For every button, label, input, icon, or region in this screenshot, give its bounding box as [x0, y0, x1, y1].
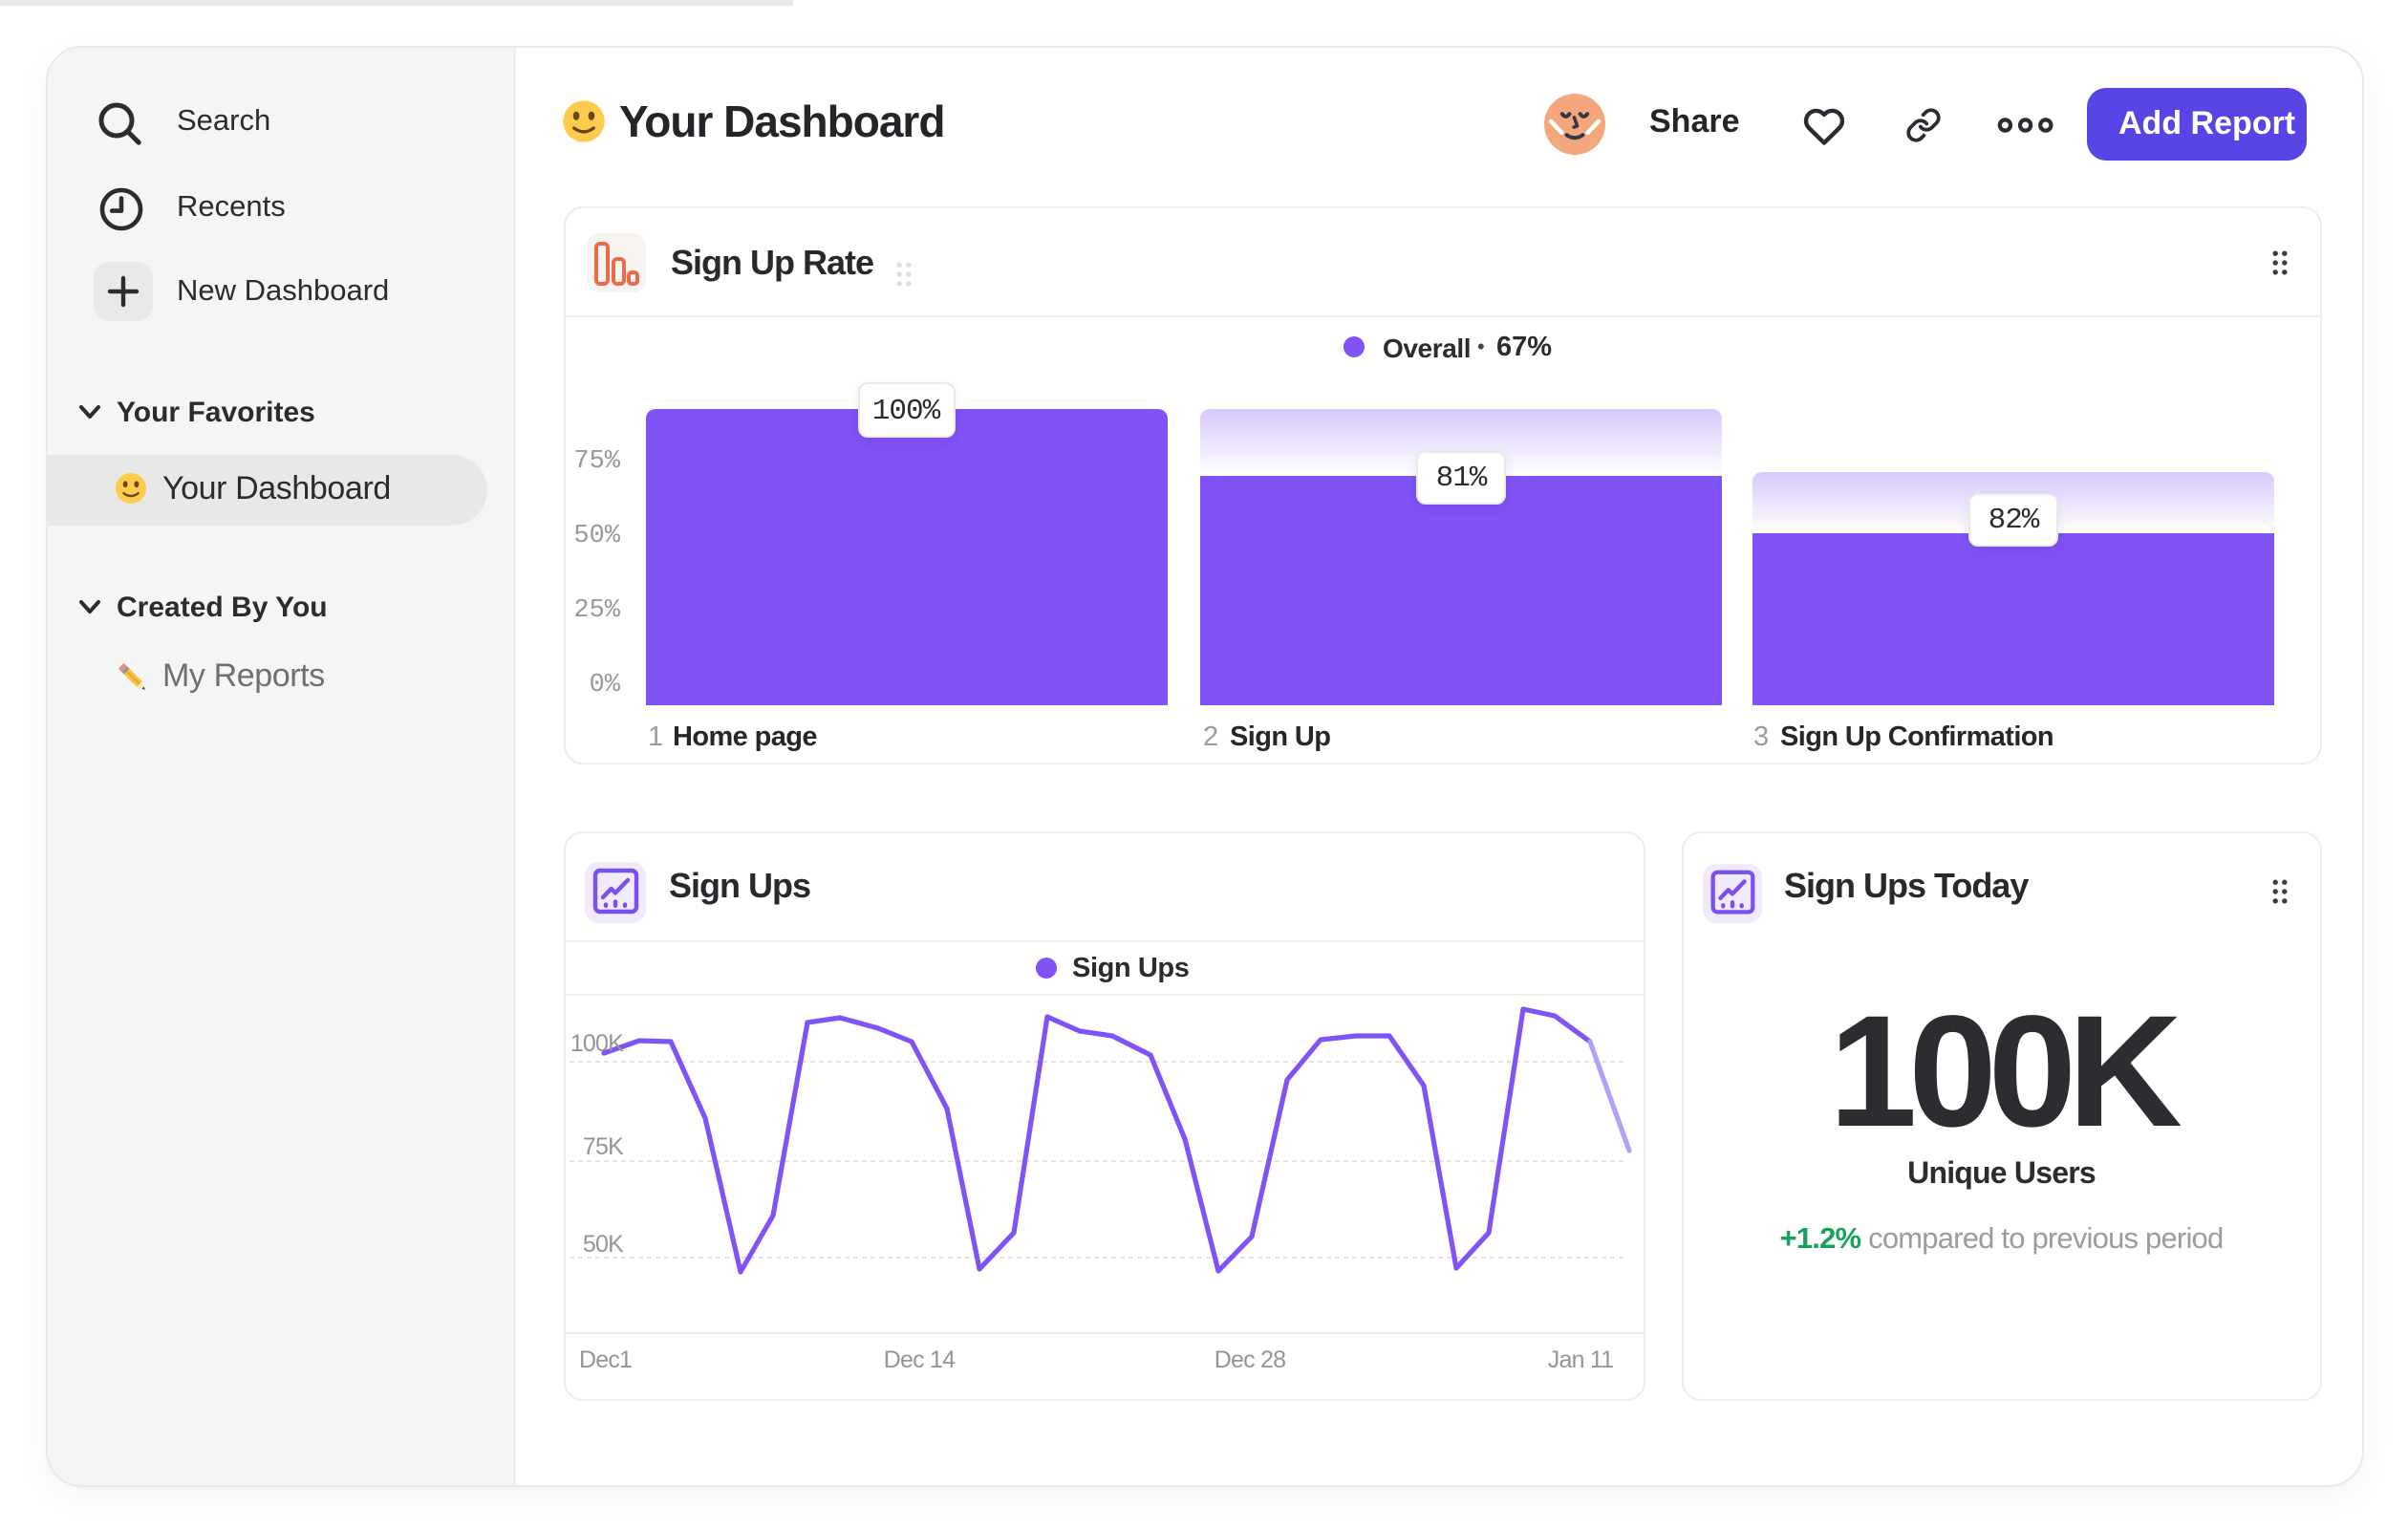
svg-text:75K: 75K [583, 1133, 624, 1160]
svg-text:Dec 14: Dec 14 [884, 1346, 956, 1373]
svg-text:Jan 11: Jan 11 [1548, 1346, 1613, 1373]
svg-text:Dec 28: Dec 28 [1215, 1346, 1285, 1373]
svg-text:50K: 50K [583, 1231, 624, 1258]
svg-text:100K: 100K [570, 1030, 624, 1057]
svg-text:Dec1: Dec1 [579, 1346, 632, 1373]
